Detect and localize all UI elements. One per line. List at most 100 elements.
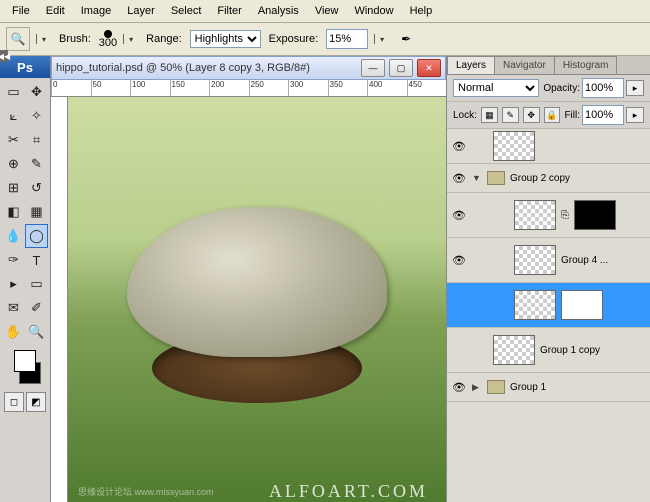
layer-thumbnail[interactable] [493, 335, 535, 365]
menu-image[interactable]: Image [73, 2, 120, 20]
fill-flyout[interactable]: ▸ [626, 107, 644, 123]
zoom-tool[interactable]: 🔍 [25, 320, 48, 344]
layer-name[interactable]: Group 4 ... [561, 255, 608, 266]
brush-preset-picker[interactable]: 300 [99, 30, 117, 49]
stamp-tool[interactable]: ⊞ [2, 176, 25, 200]
range-label: Range: [146, 33, 181, 45]
marquee-tool[interactable]: ▭ [2, 80, 25, 104]
menu-help[interactable]: Help [402, 2, 441, 20]
type-tool[interactable]: T [25, 248, 48, 272]
group-row[interactable]: 👁 ▼ Group 2 copy [447, 164, 650, 193]
airbrush-icon[interactable]: ✒ [395, 28, 417, 50]
tab-histogram[interactable]: Histogram [554, 56, 618, 74]
layer-name[interactable]: Group 1 copy [540, 345, 600, 356]
layer-thumbnail[interactable] [514, 290, 556, 320]
lasso-tool[interactable]: ⟀ [2, 104, 25, 128]
layer-thumbnail[interactable] [514, 200, 556, 230]
menu-analysis[interactable]: Analysis [250, 2, 307, 20]
visibility-toggle[interactable]: 👁 [451, 207, 467, 223]
move-tool[interactable]: ✥ [25, 80, 48, 104]
path-select-tool[interactable]: ▸ [2, 272, 25, 296]
document-window: hippo_tutorial.psd @ 50% (Layer 8 copy 3… [51, 56, 446, 502]
visibility-toggle[interactable] [451, 297, 467, 313]
quickmask-mode-button[interactable]: ◩ [26, 392, 46, 412]
menu-edit[interactable]: Edit [38, 2, 73, 20]
menu-select[interactable]: Select [163, 2, 210, 20]
exposure-dropdown[interactable] [374, 34, 389, 44]
foreground-swatch[interactable] [14, 350, 36, 372]
fill-input[interactable] [582, 105, 624, 125]
link-icon: ⎘ [561, 210, 569, 221]
menu-view[interactable]: View [307, 2, 347, 20]
hand-tool[interactable]: ✋ [2, 320, 25, 344]
brush-tool[interactable]: ✎ [25, 152, 48, 176]
hippo-artwork [127, 207, 387, 357]
collapse-strip-icon[interactable]: ◀◀ [0, 50, 8, 62]
visibility-toggle[interactable]: 👁 [451, 170, 467, 186]
eyedropper-tool[interactable]: ✐ [25, 296, 48, 320]
wand-tool[interactable]: ✧ [25, 104, 48, 128]
heal-tool[interactable]: ⊕ [2, 152, 25, 176]
lock-transparency-button[interactable]: ▦ [481, 107, 498, 123]
canvas[interactable]: ALFOART.COM 思缘设计论坛 www.missyuan.com [68, 97, 446, 502]
minimize-button[interactable]: — [361, 59, 385, 77]
layer-name[interactable]: Group 2 copy [510, 173, 570, 184]
exposure-input[interactable] [326, 29, 368, 49]
menu-file[interactable]: File [4, 2, 38, 20]
shape-tool[interactable]: ▭ [25, 272, 48, 296]
disclosure-triangle-icon[interactable]: ▼ [472, 173, 482, 183]
toolbox: Ps ▭ ✥ ⟀ ✧ ✂ ⌗ ⊕ ✎ ⊞ ↺ ◧ ▦ 💧 ◯ ✑ T ▸ ▭ ✉… [0, 56, 51, 502]
tab-navigator[interactable]: Navigator [494, 56, 555, 74]
visibility-toggle[interactable]: 👁 [451, 379, 467, 395]
crop-tool[interactable]: ✂ [2, 128, 25, 152]
disclosure-triangle-icon[interactable]: ▶ [472, 382, 482, 393]
layers-panel: Layers Navigator Histogram Normal Opacit… [446, 56, 650, 502]
tab-layers[interactable]: Layers [447, 56, 495, 74]
gradient-tool[interactable]: ▦ [25, 200, 48, 224]
brush-dropdown[interactable] [123, 34, 138, 44]
lock-all-button[interactable]: 🔒 [544, 107, 561, 123]
menu-filter[interactable]: Filter [209, 2, 249, 20]
blur-tool[interactable]: 💧 [2, 224, 25, 248]
maximize-button[interactable]: ▢ [389, 59, 413, 77]
visibility-toggle[interactable] [451, 342, 467, 358]
color-swatches[interactable] [0, 346, 50, 388]
menu-layer[interactable]: Layer [119, 2, 163, 20]
folder-icon [487, 171, 505, 185]
layer-row-selected[interactable] [447, 283, 650, 328]
dodge-tool[interactable]: ◯ [25, 224, 48, 248]
layer-row[interactable]: Group 1 copy [447, 328, 650, 373]
layer-thumbnail[interactable] [493, 131, 535, 161]
lock-pixels-button[interactable]: ✎ [502, 107, 519, 123]
opacity-input[interactable] [582, 78, 624, 98]
layer-name[interactable]: Group 1 [510, 382, 546, 393]
layer-list: 👁 👁 ▼ Group 2 copy 👁 ⎘ 👁 [447, 129, 650, 502]
menu-window[interactable]: Window [346, 2, 401, 20]
slice-tool[interactable]: ⌗ [25, 128, 48, 152]
tool-preset-dropdown[interactable] [36, 34, 51, 44]
standard-mode-button[interactable]: ◻ [4, 392, 24, 412]
opacity-flyout[interactable]: ▸ [626, 80, 644, 96]
brush-size: 300 [99, 38, 117, 49]
document-titlebar[interactable]: hippo_tutorial.psd @ 50% (Layer 8 copy 3… [51, 56, 446, 80]
layer-mask-thumbnail[interactable] [561, 290, 603, 320]
lock-label: Lock: [453, 110, 477, 121]
pen-tool[interactable]: ✑ [2, 248, 25, 272]
current-tool-icon[interactable]: 🔍 [6, 27, 30, 51]
notes-tool[interactable]: ✉ [2, 296, 25, 320]
range-select[interactable]: Highlights [190, 30, 261, 48]
vertical-ruler [51, 97, 68, 502]
visibility-toggle[interactable]: 👁 [451, 138, 467, 154]
visibility-toggle[interactable]: 👁 [451, 252, 467, 268]
layer-thumbnail[interactable] [514, 245, 556, 275]
layer-row[interactable]: 👁 ⎘ [447, 193, 650, 238]
layer-row[interactable]: 👁 [447, 129, 650, 164]
eraser-tool[interactable]: ◧ [2, 200, 25, 224]
lock-position-button[interactable]: ✥ [523, 107, 540, 123]
history-brush-tool[interactable]: ↺ [25, 176, 48, 200]
blend-mode-select[interactable]: Normal [453, 79, 539, 97]
layer-row[interactable]: 👁 Group 4 ... [447, 238, 650, 283]
layer-mask-thumbnail[interactable] [574, 200, 616, 230]
group-row[interactable]: 👁 ▶ Group 1 [447, 373, 650, 402]
close-button[interactable]: ✕ [417, 59, 441, 77]
